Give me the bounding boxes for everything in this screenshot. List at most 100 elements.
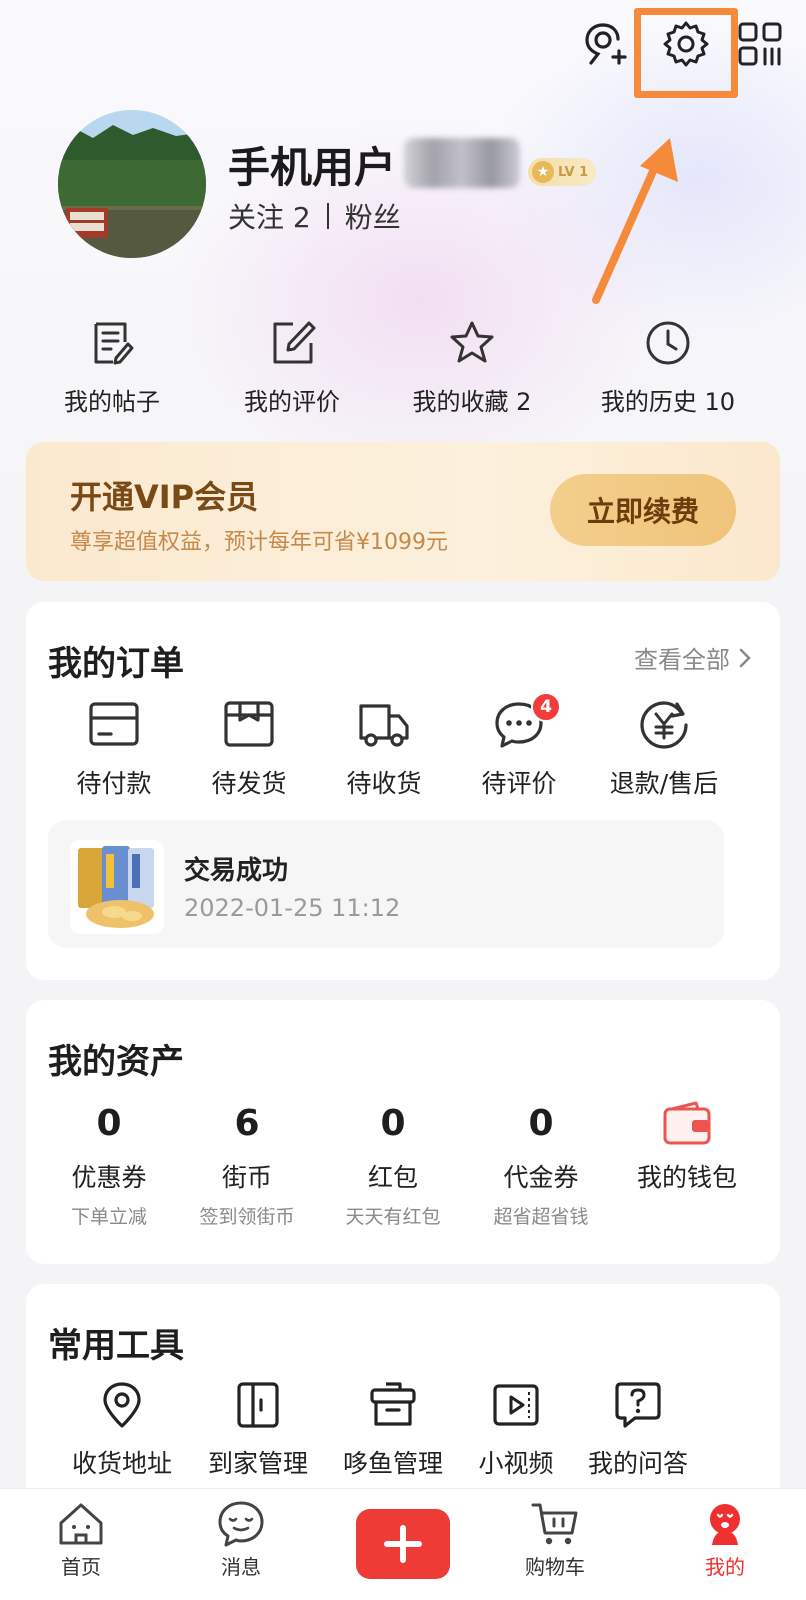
tool-address[interactable]: 收货地址: [52, 1380, 192, 1480]
tools-card: 常用工具 收货地址 到家管理 哆鱼管理 小视频 我的问答: [26, 1284, 780, 1514]
quick-link-posts[interactable]: 我的帖子: [22, 318, 202, 417]
asset-coupons[interactable]: 0 优惠券 下单立减: [34, 1100, 184, 1229]
level-text: LV 1: [558, 164, 589, 180]
annotation-arrow-icon: [592, 138, 678, 304]
follow-stats: 关注 2 粉丝: [228, 196, 401, 236]
question-bubble-icon: [615, 1382, 661, 1428]
profile-mascot-icon: [710, 1504, 740, 1545]
asset-desc: 签到领街币: [199, 1206, 295, 1228]
order-status: 交易成功: [184, 856, 289, 886]
avatar[interactable]: [58, 110, 206, 258]
quick-link-label: 我的评价: [244, 388, 340, 416]
order-refund-aftersale[interactable]: 退款/售后: [594, 698, 734, 800]
tool-label: 到家管理: [207, 1449, 308, 1478]
person-add-icon: [585, 23, 627, 65]
message-icon: [218, 1501, 264, 1547]
asset-desc: 超省超省钱: [493, 1206, 589, 1228]
qr-code-icon: [738, 22, 782, 66]
settings-highlight-box: [634, 8, 738, 98]
username: 手机用户: [228, 143, 397, 192]
card-icon: [89, 702, 139, 746]
clock-icon: [646, 321, 690, 365]
quick-link-label: 我的帖子: [64, 388, 160, 416]
username-redaction: [404, 138, 520, 188]
follow-link[interactable]: 关注 2: [228, 196, 311, 236]
follow-count: 2: [292, 201, 311, 234]
order-pending-shipment[interactable]: 待发货: [179, 698, 319, 800]
tool-duoyu[interactable]: 哆鱼管理: [323, 1380, 463, 1480]
tool-label: 我的问答: [587, 1449, 688, 1478]
tool-label: 哆鱼管理: [342, 1449, 443, 1478]
asset-coins[interactable]: 6 街币 签到领街币: [172, 1100, 322, 1229]
star-icon: ★: [532, 161, 554, 183]
order-label: 待付款: [76, 769, 152, 798]
vip-title: 开通VIP会员: [70, 478, 259, 516]
chevron-right-icon: [739, 648, 751, 667]
truck-icon: [359, 704, 409, 747]
view-all-orders-link[interactable]: 查看全部: [634, 640, 752, 675]
basket-icon: [370, 1382, 416, 1426]
order-pending-payment[interactable]: 待付款: [44, 698, 184, 800]
tool-label: 小视频: [478, 1449, 554, 1478]
quick-link-reviews[interactable]: 我的评价: [202, 318, 382, 417]
avatar-landscape-image: [58, 110, 206, 258]
quick-link-history[interactable]: 我的历史 10: [578, 318, 758, 417]
asset-vouchers[interactable]: 0 代金券 超省超省钱: [466, 1100, 616, 1229]
asset-value: 0: [96, 1103, 122, 1144]
order-pending-receipt[interactable]: 待收货: [314, 698, 454, 800]
wallet-icon-wrap: [612, 1100, 762, 1148]
order-label: 待评价: [481, 769, 557, 798]
nav-label: 我的: [705, 1555, 745, 1579]
tool-home-service[interactable]: 到家管理: [188, 1380, 328, 1480]
order-pending-review[interactable]: 4 待评价: [449, 692, 589, 800]
home-icon: [59, 1503, 103, 1545]
asset-name: 红包: [367, 1163, 418, 1192]
qr-code-button[interactable]: [730, 14, 790, 74]
nav-messages[interactable]: 消息: [186, 1499, 296, 1580]
nav-label: 购物车: [525, 1555, 585, 1579]
add-friend-button[interactable]: [574, 14, 634, 74]
document-edit-icon: [94, 322, 134, 365]
level-badge[interactable]: ★ LV 1: [528, 158, 596, 186]
nav-label: 消息: [221, 1555, 261, 1579]
publish-button[interactable]: [356, 1509, 450, 1579]
nav-me[interactable]: 我的: [670, 1499, 780, 1580]
wallet-icon: [663, 1101, 711, 1145]
divider: [326, 203, 329, 229]
bottom-nav: 首页 消息 购物车 我的: [0, 1488, 806, 1600]
quick-link-favorites[interactable]: 我的收藏 2: [382, 318, 562, 417]
wallet-button[interactable]: 我的钱包: [612, 1100, 762, 1194]
review-count-badge: 4: [531, 692, 561, 722]
quick-link-label: 我的收藏 2: [412, 388, 532, 416]
star-icon: [450, 321, 494, 363]
recent-order-card[interactable]: 交易成功 2022-01-25 11:12: [48, 820, 724, 948]
tools-title: 常用工具: [48, 1326, 184, 1366]
asset-red-packets[interactable]: 0 红包 天天有红包: [318, 1100, 468, 1229]
wallet-label: 我的钱包: [636, 1163, 737, 1192]
order-label: 待收货: [346, 769, 422, 798]
order-time: 2022-01-25 11:12: [184, 894, 401, 922]
refund-icon: [640, 701, 688, 749]
nav-label: 首页: [61, 1555, 101, 1579]
vip-banner[interactable]: 开通VIP会员 尊享超值权益，预计每年可省¥1099元 立即续费: [26, 442, 780, 581]
tool-label: 收货地址: [71, 1449, 172, 1478]
renew-button[interactable]: 立即续费: [550, 474, 736, 546]
orders-title: 我的订单: [48, 644, 184, 684]
vip-subtitle: 尊享超值权益，预计每年可省¥1099元: [70, 530, 448, 555]
box-icon: [224, 701, 274, 747]
tool-qa[interactable]: 我的问答: [568, 1380, 708, 1480]
asset-value: 0: [380, 1103, 406, 1144]
door-icon: [237, 1382, 279, 1428]
follow-label: 关注: [228, 201, 285, 234]
fans-link[interactable]: 粉丝: [345, 196, 401, 236]
asset-name: 代金券: [503, 1163, 579, 1192]
asset-name: 优惠券: [71, 1163, 147, 1192]
order-label: 退款/售后: [609, 769, 719, 798]
nav-home[interactable]: 首页: [26, 1499, 136, 1580]
tool-short-video[interactable]: 小视频: [446, 1380, 586, 1480]
nav-cart[interactable]: 购物车: [500, 1499, 610, 1580]
video-icon: [493, 1384, 539, 1426]
asset-desc: 下单立减: [70, 1206, 147, 1228]
asset-desc: 天天有红包: [345, 1206, 441, 1228]
asset-name: 街币: [221, 1163, 272, 1192]
